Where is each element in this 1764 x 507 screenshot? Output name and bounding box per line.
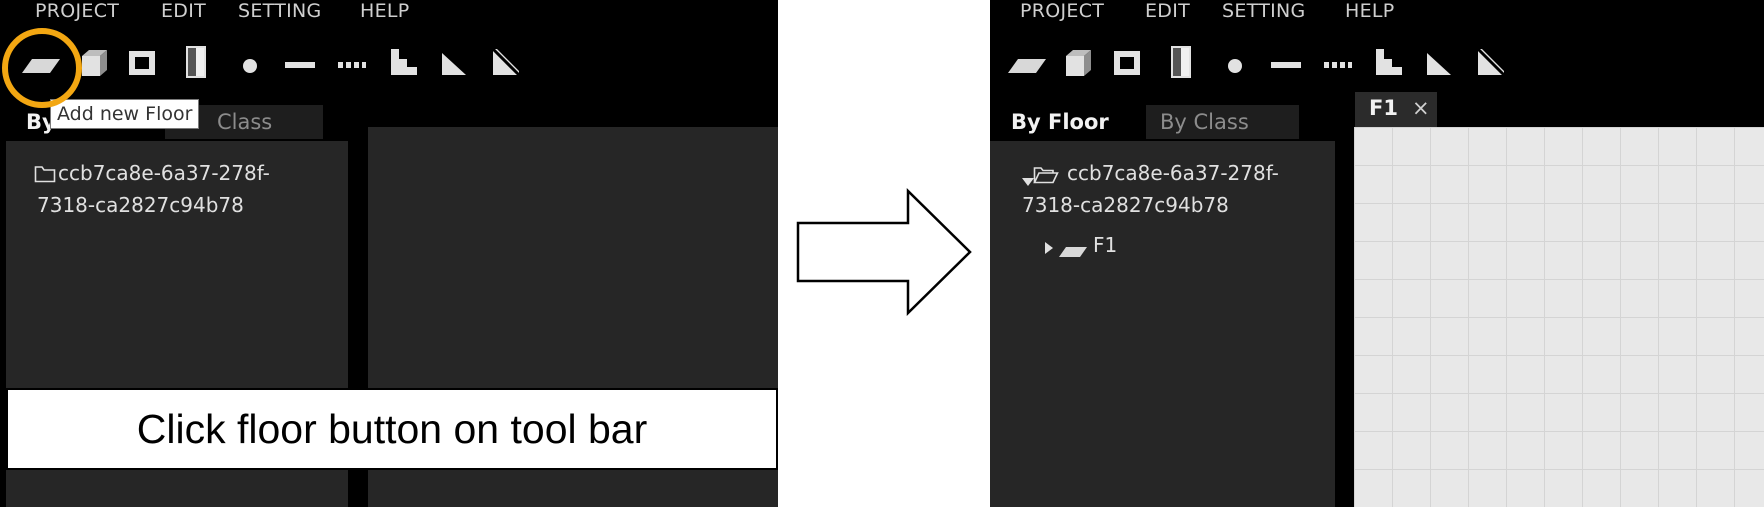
door-icon[interactable] [1168, 44, 1194, 80]
menu-setting[interactable]: SETTING [238, 0, 322, 26]
menu-edit[interactable]: EDIT [1145, 0, 1190, 26]
tab-by-class[interactable]: By Class [1146, 105, 1299, 139]
slope-icon[interactable] [1425, 49, 1453, 77]
sidebar-tabbar: By Floor By Class [990, 103, 1310, 141]
tab-f1[interactable]: F1 × [1355, 92, 1437, 127]
point-icon[interactable] [241, 57, 259, 75]
dashed-line-icon[interactable] [1324, 61, 1352, 69]
tooltip-add-new-floor: Add new Floor [50, 99, 200, 129]
menu-help[interactable]: HELP [1345, 0, 1395, 26]
stairs-icon[interactable] [1374, 47, 1404, 77]
tab-by-floor[interactable]: By Floor [1011, 105, 1146, 139]
line-icon[interactable] [285, 61, 315, 69]
room-square-icon[interactable] [1112, 49, 1142, 77]
tab-by-class-label: By Class [1160, 110, 1249, 134]
left-app-window: PROJECT EDIT SETTING HELP By Class ccb7c… [0, 0, 778, 507]
floor-icon [1058, 244, 1088, 263]
tree-project-id-line1[interactable]: ccb7ca8e-6a37-278f- [58, 157, 270, 189]
folder-icon [34, 165, 56, 187]
highlight-circle [2, 28, 82, 108]
tab-by-class-label: Class [217, 110, 273, 134]
room-square-icon[interactable] [127, 49, 157, 77]
menu-setting[interactable]: SETTING [1222, 0, 1306, 26]
cell-cube-icon[interactable] [78, 47, 110, 79]
tab-f1-label: F1 [1369, 96, 1398, 120]
open-folder-icon [1033, 166, 1059, 188]
transition-arrow [790, 185, 980, 324]
dashed-line-icon[interactable] [338, 61, 366, 69]
close-icon[interactable]: × [1412, 96, 1430, 120]
floor-icon[interactable] [1008, 53, 1048, 79]
menu-help[interactable]: HELP [360, 0, 410, 26]
tab-by-floor-label: By Floor [1011, 110, 1109, 134]
hatched-square-icon[interactable] [490, 46, 522, 78]
stairs-icon[interactable] [389, 47, 419, 77]
point-icon[interactable] [1226, 57, 1244, 75]
expand-arrow-right-icon[interactable] [1045, 239, 1053, 258]
floor-canvas[interactable] [1354, 127, 1764, 507]
tree-project-id-line1[interactable]: ccb7ca8e-6a37-278f- [1067, 157, 1279, 189]
tree-project-id-line2[interactable]: 7318-ca2827c94b78 [37, 189, 244, 221]
menu-project[interactable]: PROJECT [35, 0, 119, 26]
door-icon[interactable] [183, 44, 209, 80]
tree-project-id-line2[interactable]: 7318-ca2827c94b78 [1022, 189, 1229, 221]
menu-bar: PROJECT EDIT SETTING HELP [0, 0, 778, 30]
line-icon[interactable] [1271, 61, 1301, 69]
right-app-window: PROJECT EDIT SETTING HELP By Floor By Cl… [990, 0, 1764, 507]
slope-icon[interactable] [440, 49, 468, 77]
hatched-square-icon[interactable] [1475, 46, 1507, 78]
instruction-caption: Click floor button on tool bar [6, 388, 778, 470]
tree-pane: ccb7ca8e-6a37-278f- 7318-ca2827c94b78 F1 [990, 141, 1335, 507]
menu-bar: PROJECT EDIT SETTING HELP [990, 0, 1764, 30]
tree-floor-item[interactable]: F1 [1093, 229, 1117, 261]
cell-cube-icon[interactable] [1062, 47, 1094, 79]
menu-edit[interactable]: EDIT [161, 0, 206, 26]
menu-project[interactable]: PROJECT [1020, 0, 1104, 26]
